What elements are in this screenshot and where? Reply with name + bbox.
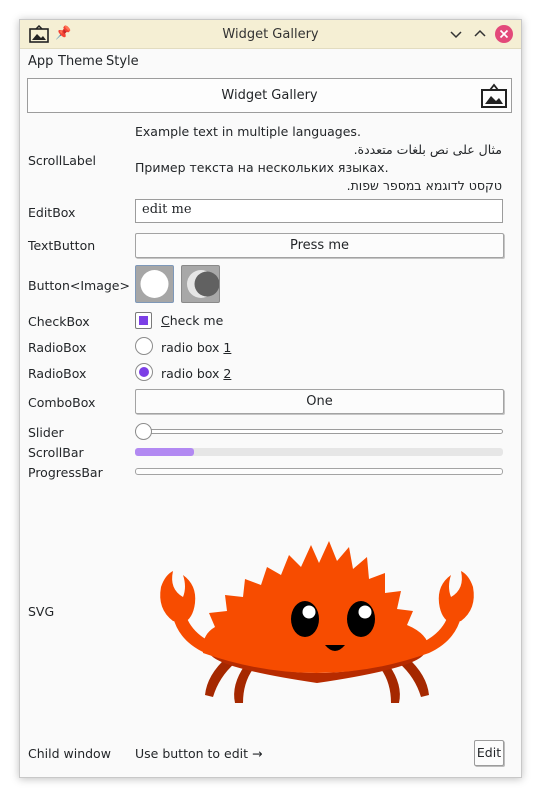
chevron-up-icon[interactable] — [472, 26, 488, 42]
edit-box[interactable]: edit me — [135, 199, 503, 223]
progress-bar — [135, 468, 503, 475]
radio-selected-dot — [139, 367, 149, 377]
title-bar[interactable]: 📌 Widget Gallery — [20, 20, 521, 49]
window-title: Widget Gallery — [222, 27, 319, 42]
sun-icon — [140, 270, 169, 298]
gallery-window: 📌 Widget Gallery App Theme Style Widget … — [19, 19, 522, 778]
label-scrolllabel: ScrollLabel — [28, 153, 96, 168]
scroll-line-hebrew: טקסט לדוגמא במספר שפות. — [346, 178, 502, 193]
edit-button[interactable]: Edit — [474, 740, 504, 766]
close-button[interactable] — [495, 25, 513, 43]
label-slider: Slider — [28, 425, 64, 440]
close-icon — [499, 29, 509, 39]
image-button-moon[interactable] — [181, 265, 220, 303]
radio-box-1-label[interactable]: radio box 1 — [161, 340, 231, 355]
label-svg: SVG — [28, 604, 55, 619]
label-progressbar: ProgressBar — [28, 465, 103, 480]
label-button-image: Button<Image> — [28, 278, 130, 293]
check-me-label[interactable]: Check me — [161, 313, 223, 328]
menu-bar: App Theme Style — [20, 50, 521, 74]
radio-box-1[interactable] — [135, 337, 153, 355]
label-scrollbar: ScrollBar — [28, 445, 84, 460]
checkbox-mark — [139, 316, 148, 325]
scroll-line-english: Example text in multiple languages. — [135, 124, 361, 139]
radio-box-2-label[interactable]: radio box 2 — [161, 366, 231, 381]
check-me-checkbox[interactable] — [135, 312, 152, 329]
label-editbox: EditBox — [28, 205, 76, 220]
label-combobox: ComboBox — [28, 395, 96, 410]
slider-handle[interactable] — [135, 423, 152, 440]
ferris-crab-icon — [160, 541, 474, 703]
scrollbar-thumb[interactable] — [135, 448, 194, 456]
picture-icon — [481, 83, 507, 108]
label-radiobox-1: RadioBox — [28, 340, 87, 355]
header-label: Widget Gallery — [221, 88, 318, 103]
scroll-line-arabic: مثال على نص بلغات متعددة. — [353, 142, 502, 157]
slider-track[interactable] — [135, 429, 503, 434]
label-child-window: Child window — [28, 746, 111, 761]
chevron-down-icon[interactable] — [448, 26, 464, 42]
header-frame: Widget Gallery — [27, 78, 512, 113]
menu-app[interactable]: App — [28, 54, 53, 69]
radio-box-2[interactable] — [135, 363, 153, 381]
combo-box[interactable]: One — [135, 389, 504, 414]
image-button-sun[interactable] — [135, 265, 174, 303]
scroll-line-russian: Пример текста на нескольких языках. — [135, 160, 389, 175]
press-me-button[interactable]: Press me — [135, 233, 504, 258]
menu-theme[interactable]: Theme — [58, 54, 103, 69]
label-radiobox-2: RadioBox — [28, 366, 87, 381]
label-textbutton: TextButton — [28, 238, 96, 253]
child-window-hint: Use button to edit → — [135, 746, 263, 761]
label-checkbox: CheckBox — [28, 314, 90, 329]
moon-icon — [187, 270, 220, 298]
menu-style[interactable]: Style — [106, 54, 139, 69]
